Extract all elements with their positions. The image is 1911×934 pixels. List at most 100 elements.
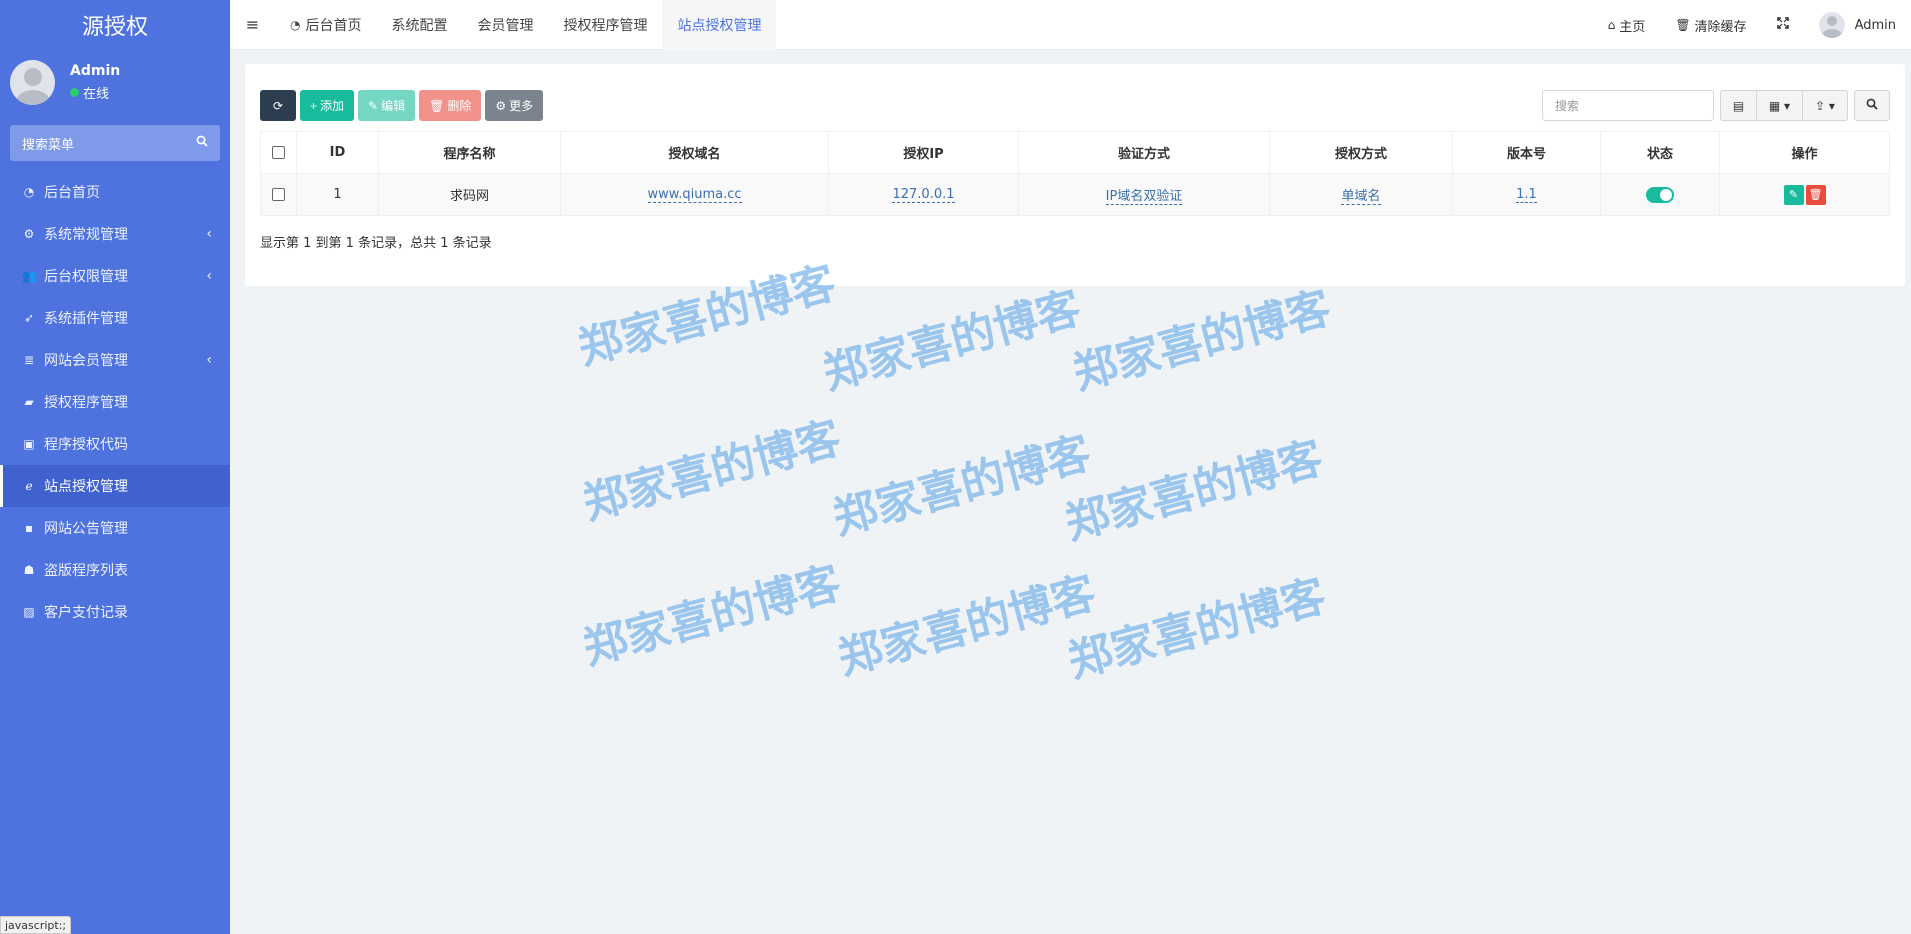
col-actions: 操作 [1719, 131, 1890, 174]
columns-button[interactable]: ▦ ▾ [1756, 90, 1802, 121]
nav-tab[interactable]: 会员管理 [462, 0, 548, 50]
sidebar-item[interactable]: ◔ 后台首页 [0, 171, 230, 213]
home-link[interactable]: ⌂ 主页 [1593, 16, 1661, 35]
col-id[interactable]: ID [296, 131, 379, 174]
table-search-placeholder: 搜索 [1555, 99, 1580, 113]
sidebar-item-label: 网站会员管理 [44, 353, 128, 369]
fullscreen-button[interactable] [1762, 17, 1804, 33]
sidebar-item[interactable]: ≣ 网站会员管理 ‹ [0, 339, 230, 381]
search-menu-input[interactable]: 搜索菜单 [10, 125, 220, 161]
sidebar-item[interactable]: ▣ 程序授权代码 [0, 423, 230, 465]
row-edit-button[interactable]: ✎ [1783, 184, 1804, 205]
brand-logo[interactable]: 源授权 [0, 0, 230, 50]
sidebar-item[interactable]: ▨ 客户支付记录 [0, 591, 230, 633]
top-navbar: ≡ ◔ 后台首页 系统配置 会员管理 授权程序管理 站点授权管理 ⌂ 主页 🗑 清除缓存 … [230, 0, 1911, 50]
select-all-checkbox[interactable] [272, 146, 285, 159]
dashboard-icon: ◔ [23, 185, 35, 199]
cell-version[interactable]: 1.1 [1516, 187, 1537, 203]
cell-auth-type-wrap: 单域名 [1269, 173, 1453, 216]
col-domain[interactable]: 授权域名 [560, 131, 829, 174]
status-toggle[interactable] [1646, 186, 1674, 203]
add-button[interactable]: + 添加 [300, 90, 355, 121]
sidebar-item-label: 系统插件管理 [44, 311, 128, 327]
col-status[interactable]: 状态 [1600, 131, 1720, 174]
sidebar-item-label: 程序授权代码 [44, 437, 128, 453]
user-status: 在线 [70, 83, 120, 102]
cell-ip-wrap: 127.0.0.1 [828, 173, 1019, 216]
sidebar-item[interactable]: ⚙ 系统常规管理 ‹ [0, 213, 230, 255]
chevron-left-icon: ‹ [206, 352, 212, 368]
online-dot-icon [70, 87, 79, 97]
sidebar-item-label: 站点授权管理 [44, 479, 128, 495]
more-button[interactable]: ⚙ 更多 [485, 90, 544, 121]
table-search-input[interactable]: 搜索 [1542, 90, 1714, 121]
sidebar-item[interactable]: 👥 后台权限管理 ‹ [0, 255, 230, 297]
nav-tab[interactable]: 授权程序管理 [548, 0, 662, 50]
sidebar-item-label: 后台权限管理 [44, 269, 128, 285]
export-icon: ⇪ ▾ [1815, 98, 1835, 113]
user-status-label: 在线 [83, 86, 110, 102]
expand-icon [1776, 17, 1789, 33]
dashboard-icon: ◔ [290, 17, 301, 32]
pencil-icon: ✎ [368, 98, 379, 113]
watermark-text: 郑家喜的博客 [1067, 282, 1337, 400]
nav-tab[interactable]: ◔ 后台首页 [275, 0, 376, 50]
trash-icon: 🗑 [1808, 188, 1823, 201]
sidebar-item[interactable]: ▪ 网站公告管理 [0, 507, 230, 549]
refresh-button[interactable]: ⟳ [260, 90, 296, 121]
pencil-icon: ✎ [1788, 188, 1799, 201]
admin-user-menu[interactable]: Admin [1804, 12, 1911, 38]
advanced-search-button[interactable] [1854, 90, 1890, 121]
nav-tab[interactable]: 系统配置 [376, 0, 462, 50]
grid-columns-icon: ▦ ▾ [1768, 98, 1791, 113]
right-tools: 搜索 ▤ ▦ ▾ ⇪ ▾ [1542, 90, 1890, 121]
delete-button[interactable]: 🗑 删除 [419, 90, 482, 121]
clear-cache-button[interactable]: 🗑 清除缓存 [1660, 16, 1761, 35]
cell-ip[interactable]: 127.0.0.1 [892, 187, 955, 203]
cell-auth-type[interactable]: 单域名 [1341, 189, 1381, 205]
admin-label: Admin [1854, 17, 1896, 33]
nav-tab[interactable]: 站点授权管理 [662, 0, 777, 50]
car-icon: ▰ [24, 395, 34, 409]
cell-program: 求码网 [378, 173, 561, 216]
search-menu-label: 搜索菜单 [22, 137, 75, 153]
sidebar-item-label: 授权程序管理 [44, 395, 128, 411]
sidebar-item-label: 盗版程序列表 [44, 563, 128, 579]
trash-icon: 🗑 [429, 98, 445, 113]
trash-icon: 🗑 [1675, 18, 1691, 32]
view-options-group: ▤ ▦ ▾ ⇪ ▾ [1720, 90, 1848, 121]
sidebar-item-label: 系统常规管理 [44, 227, 128, 243]
col-version[interactable]: 版本号 [1452, 131, 1601, 174]
sidebar-item-label: 客户支付记录 [44, 605, 128, 621]
sidebar-item[interactable]: ▰ 授权程序管理 [0, 381, 230, 423]
sidebar-toggle-icon[interactable]: ≡ [230, 15, 275, 34]
content-panel: ⟳ + 添加 ✎ 编辑 🗑 删除 ⚙ 更多 搜索 ▤ ▦ ▾ ⇪ ▾ ID 程序… [245, 64, 1905, 286]
cell-id: 1 [296, 173, 379, 216]
table-view-icon: ▤ [1732, 98, 1745, 113]
export-button[interactable]: ⇪ ▾ [1802, 90, 1848, 121]
col-program[interactable]: 程序名称 [378, 131, 561, 174]
col-ip[interactable]: 授权IP [828, 131, 1019, 174]
search-icon[interactable] [196, 135, 208, 151]
watermark-text: 郑家喜的博客 [1059, 432, 1329, 550]
watermark-text: 郑家喜的博客 [827, 427, 1097, 545]
sidebar-item[interactable]: ☗ 盗版程序列表 [0, 549, 230, 591]
nav-tab-label: 站点授权管理 [677, 17, 762, 34]
nav-tab-label: 会员管理 [477, 17, 534, 34]
refresh-icon: ⟳ [272, 98, 284, 113]
cell-domain-wrap: www.qiuma.cc [560, 173, 829, 216]
add-label: 添加 [320, 99, 345, 113]
row-delete-button[interactable]: 🗑 [1805, 184, 1826, 205]
nav-tabs: ◔ 后台首页 系统配置 会员管理 授权程序管理 站点授权管理 [275, 0, 777, 50]
sidebar-item[interactable]: ➶ 系统插件管理 [0, 297, 230, 339]
col-verify[interactable]: 验证方式 [1018, 131, 1270, 174]
cell-domain[interactable]: www.qiuma.cc [647, 187, 742, 203]
bullhorn-icon: ▪ [24, 521, 34, 535]
row-checkbox[interactable] [272, 188, 285, 201]
sidebar-item[interactable]: ℯ 站点授权管理 [0, 465, 230, 507]
edit-button[interactable]: ✎ 编辑 [358, 90, 416, 121]
edit-label: 编辑 [381, 99, 406, 113]
cell-verify[interactable]: IP域名双验证 [1105, 189, 1183, 205]
toggle-view-button[interactable]: ▤ [1720, 90, 1756, 121]
col-auth-type[interactable]: 授权方式 [1269, 131, 1453, 174]
